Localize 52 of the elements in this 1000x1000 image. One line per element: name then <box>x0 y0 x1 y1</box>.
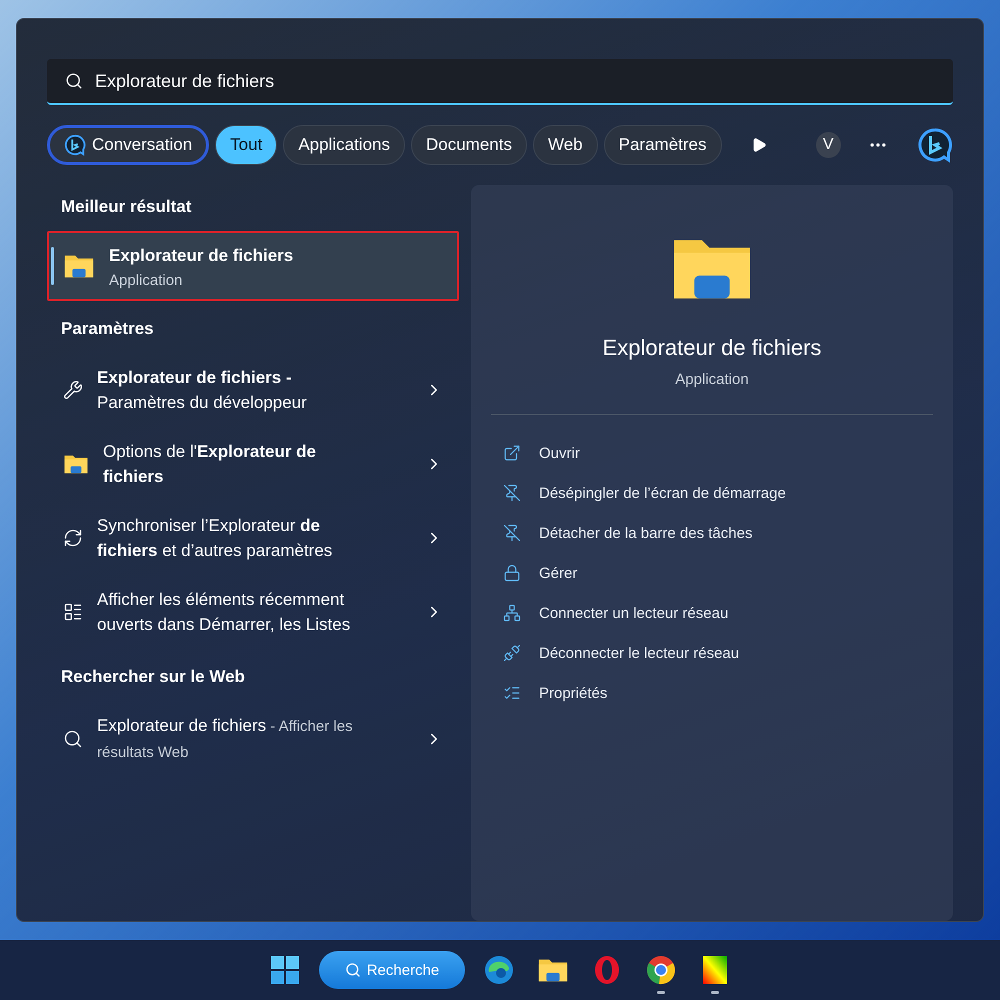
filter-tab[interactable]: Paramètres <box>604 125 722 165</box>
result-title: Synchroniser l’Explorateur de fichiers et d’autres paramètres <box>97 515 334 562</box>
section-heading: Paramètres <box>60 319 155 339</box>
disconnect-icon <box>503 644 521 662</box>
result-title: Explorateur de fichiers - Afficher les résultats Web <box>97 715 354 763</box>
result-item[interactable]: Options de l'Explorateur de fichiers <box>47 427 459 501</box>
action-link[interactable]: Gérer <box>491 553 933 593</box>
result-item[interactable]: Explorateur de fichiers - Paramètres du développeur <box>47 353 459 427</box>
action-link[interactable]: Détacher de la barre des tâches <box>491 513 933 553</box>
filter-tab[interactable]: Tout <box>215 125 278 165</box>
action-link[interactable]: Déconnecter le lecteur réseau <box>491 633 933 673</box>
section-heading: Meilleur résultat <box>60 197 192 217</box>
section-heading: Rechercher sur le Web <box>60 667 246 687</box>
action-link[interactable]: Propriétés <box>491 673 933 713</box>
preview-subtitle: Application <box>674 371 750 388</box>
lock-icon <box>503 564 521 582</box>
action-link[interactable]: Ouvrir <box>491 433 933 473</box>
action-link[interactable]: Désépingler de l’écran de démarrage <box>491 473 933 513</box>
conversation-tab[interactable]: Conversation <box>47 125 210 165</box>
search-icon <box>344 962 361 978</box>
filter-tab[interactable]: Applications <box>283 125 405 165</box>
action-link[interactable]: Connecter un lecteur réseau <box>491 593 933 633</box>
result-item[interactable]: Explorateur de fichiers Application <box>47 231 459 301</box>
unpin-icon <box>503 484 521 502</box>
bing-chat-button[interactable] <box>917 127 953 163</box>
properties-icon <box>503 684 521 702</box>
result-title: Options de l'Explorateur de fichiers <box>103 441 318 488</box>
search-icon <box>63 729 83 749</box>
bing-icon <box>64 134 86 156</box>
sync-icon <box>63 528 83 548</box>
search-icon <box>65 72 83 90</box>
bing-icon <box>917 127 953 163</box>
account-avatar[interactable]: V <box>816 132 841 158</box>
grid-window-icon <box>63 602 83 622</box>
result-subtitle: Application <box>109 272 184 289</box>
unpin-icon <box>503 524 521 542</box>
result-item[interactable]: Synchroniser l’Explorateur de fichiers et d’autres paramètres <box>47 501 459 575</box>
result-title: Explorateur de fichiers - Paramètres du développeur <box>97 367 308 414</box>
result-title: Explorateur de fichiers <box>109 245 294 267</box>
result-title: Afficher les éléments récemment ouverts dans Démarrer, les Listes <box>97 589 352 636</box>
taskbar-search-button[interactable]: Recherche <box>319 951 465 989</box>
chrome-icon <box>645 954 677 986</box>
network-drive-icon <box>503 604 521 622</box>
filter-tab[interactable]: Documents <box>410 125 527 165</box>
tools-icon <box>63 380 83 400</box>
search-field[interactable]: Explorateur de fichiers <box>47 59 953 105</box>
edge-icon <box>483 954 515 986</box>
result-item[interactable]: Afficher les éléments récemment ouverts dans Démarrer, les Listes <box>47 575 459 649</box>
preview-title: Explorateur de fichiers <box>602 335 822 361</box>
open-external-icon <box>503 444 521 462</box>
filter-tab[interactable]: Web <box>532 125 598 165</box>
result-item[interactable]: Explorateur de fichiers - Afficher les résultats Web <box>47 701 459 777</box>
